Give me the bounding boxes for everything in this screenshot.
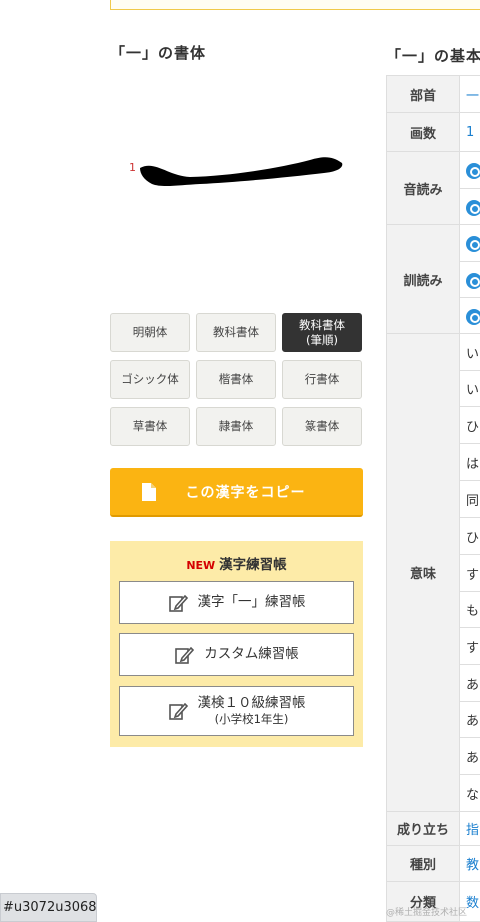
audio-icon [466,163,480,179]
audio-icon [466,272,480,289]
naritachi-header: 成り立ち [386,811,460,846]
audio-icon [466,199,480,216]
meaning-item: い [459,333,480,371]
meaning-item: な [459,774,480,812]
kanji-info-table: 部首 一 画数 1 音読み 訓読み 意味 い い ひ は 同 ひ す も す あ… [386,75,480,922]
copy-kanji-label: この漢字をコピー [185,484,306,501]
style-button-gyosho[interactable]: 行書体 [282,360,362,399]
style-button-kaisho[interactable]: 楷書体 [196,360,276,399]
audio-icon [466,308,480,325]
practice-button-custom[interactable]: カスタム練習帳 [119,633,354,676]
onyomi-item[interactable] [459,188,480,225]
kakusu-value[interactable]: 1 [459,112,480,152]
practice-panel: NEW 漢字練習帳 漢字「一」練習帳 カスタム練習帳 漢検１０級練習帳 (小学校1年… [110,541,363,747]
meaning-item: は [459,443,480,481]
style-button-reisho[interactable]: 隷書体 [196,407,276,446]
shubetsu-header: 種別 [386,845,460,882]
meaning-item: い [459,370,480,407]
meaning-item: す [459,554,480,592]
style-button-sosho[interactable]: 草書体 [110,407,190,446]
bushu-value[interactable]: 一 [459,75,480,113]
practice-button-kanji-label: 漢字「一」練習帳 [197,594,306,611]
pen-icon [168,702,188,720]
audio-icon [466,236,480,252]
kunyomi-header: 訓読み [386,224,460,334]
practice-button-kanken[interactable]: 漢検１０級練習帳 (小学校1年生) [119,686,354,736]
kunyomi-item[interactable] [459,224,480,262]
watermark: @稀土掘金技术社区 [386,908,468,918]
kakusu-header: 画数 [386,112,460,152]
shubetsu-value[interactable]: 教 [459,845,480,882]
meaning-item: あ [459,701,480,738]
meaning-item: あ [459,737,480,775]
pen-icon [168,594,188,612]
bushu-header: 部首 [386,75,460,113]
meaning-item: あ [459,664,480,702]
fonts-section-title: 「一」の書体 [110,44,207,62]
kunyomi-item[interactable] [459,297,480,334]
style-button-tensho[interactable]: 篆書体 [282,407,362,446]
practice-button-kanken-sub: (小学校1年生) [214,712,289,727]
imi-header: 意味 [386,333,460,812]
practice-button-kanji[interactable]: 漢字「一」練習帳 [119,581,354,624]
meaning-item: 同 [459,480,480,518]
top-border-frame [110,0,480,10]
font-style-grid: 明朝体 教科書体 教科書体 (筆順) ゴシック体 楷書体 行書体 草書体 隷書体… [110,313,363,446]
link-status-bar: #u3072u3068 [0,893,97,922]
new-badge: NEW [186,559,216,572]
document-icon [130,468,168,515]
style-button-kyokasho-stroke-order[interactable]: 教科書体 (筆順) [282,313,362,352]
practice-button-custom-label: カスタム練習帳 [204,646,299,663]
practice-heading-text: 漢字練習帳 [219,557,287,573]
style-button-kyokasho[interactable]: 教科書体 [196,313,276,352]
practice-button-kanken-label: 漢検１０級練習帳 [197,695,306,712]
onyomi-item[interactable] [459,151,480,189]
meaning-item: ひ [459,517,480,555]
kanji-stroke-order-image [140,157,343,187]
basics-section-title: 「一」の基本 [386,47,480,65]
stroke-number: 1 [129,161,136,174]
pen-icon [175,646,195,664]
copy-kanji-button[interactable]: この漢字をコピー [110,468,363,517]
kunyomi-item[interactable] [459,261,480,298]
naritachi-value[interactable]: 指 [459,811,480,846]
meaning-item: も [459,591,480,628]
meaning-item: ひ [459,406,480,444]
meaning-item: す [459,627,480,665]
style-button-mincho[interactable]: 明朝体 [110,313,190,352]
style-button-gothic[interactable]: ゴシック体 [110,360,190,399]
practice-heading: NEW 漢字練習帳 [110,553,363,573]
onyomi-header: 音読み [386,151,460,225]
